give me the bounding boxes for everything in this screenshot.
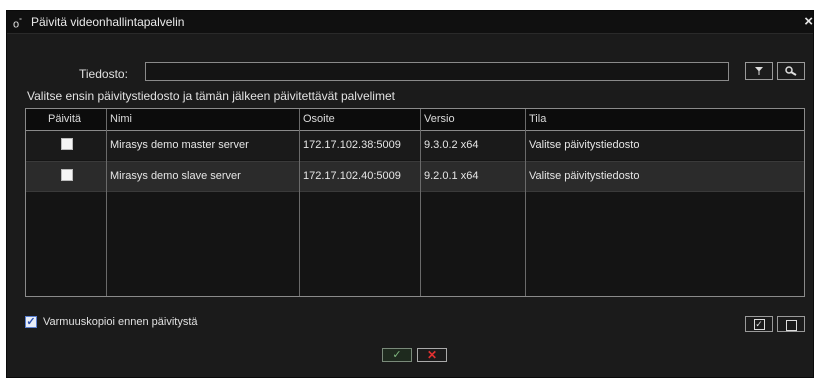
search-icon xyxy=(785,66,797,76)
window-title: Päivitä videonhallintapalvelin xyxy=(31,15,185,29)
title-bar: o° Päivitä videonhallintapalvelin × xyxy=(7,11,813,34)
column-divider xyxy=(420,109,421,296)
table-row[interactable]: Mirasys demo slave server 172.17.102.40:… xyxy=(26,161,804,192)
select-all-button[interactable]: ✓ xyxy=(745,316,773,332)
browse-button[interactable] xyxy=(777,62,805,80)
column-divider xyxy=(299,109,300,296)
checkbox-empty-icon xyxy=(785,320,797,331)
server-version: 9.2.0.1 x64 xyxy=(424,170,479,182)
checkmark-icon: ✓ xyxy=(392,349,402,361)
server-address: 172.17.102.40:5009 xyxy=(303,170,401,182)
backup-label: Varmuuskopioi ennen päivitystä xyxy=(43,316,198,328)
column-header-status[interactable]: Tila xyxy=(529,113,546,125)
row-update-checkbox[interactable] xyxy=(61,169,73,181)
server-status: Valitse päivitystiedosto xyxy=(529,170,640,182)
column-header-name[interactable]: Nimi xyxy=(110,113,132,125)
select-none-button[interactable] xyxy=(777,316,805,332)
row-update-checkbox[interactable] xyxy=(61,138,73,150)
close-icon[interactable]: × xyxy=(804,13,813,30)
server-table: Päivitä Nimi Osoite Versio Tila Mirasys … xyxy=(25,108,805,297)
checkbox-checked-icon: ✓ xyxy=(753,319,765,330)
column-header-address[interactable]: Osoite xyxy=(303,113,335,125)
gear-icon: o° xyxy=(13,18,22,31)
backup-checkbox[interactable]: ✓ xyxy=(25,316,37,328)
ok-button[interactable]: ✓ xyxy=(382,348,412,362)
server-address: 172.17.102.38:5009 xyxy=(303,139,401,151)
update-server-dialog: o° Päivitä videonhallintapalvelin × Tied… xyxy=(6,10,814,378)
table-row[interactable]: Mirasys demo master server 172.17.102.38… xyxy=(26,131,804,160)
instruction-text: Valitse ensin päivitystiedosto ja tämän … xyxy=(27,89,395,103)
server-status: Valitse päivitystiedosto xyxy=(529,139,640,151)
column-header-version[interactable]: Versio xyxy=(424,113,455,125)
server-name: Mirasys demo master server xyxy=(110,139,249,151)
file-path-input[interactable] xyxy=(145,62,729,81)
column-divider xyxy=(106,109,107,296)
filter-icon xyxy=(755,67,763,75)
server-name: Mirasys demo slave server xyxy=(110,170,241,182)
table-header: Päivitä Nimi Osoite Versio Tila xyxy=(26,109,804,131)
column-header-update[interactable]: Päivitä xyxy=(48,113,81,125)
file-label: Tiedosto: xyxy=(79,67,128,81)
x-icon: ✕ xyxy=(426,348,438,362)
column-divider xyxy=(525,109,526,296)
cancel-button[interactable]: ✕ xyxy=(417,348,447,362)
server-version: 9.3.0.2 x64 xyxy=(424,139,479,151)
filter-button[interactable] xyxy=(745,62,773,80)
